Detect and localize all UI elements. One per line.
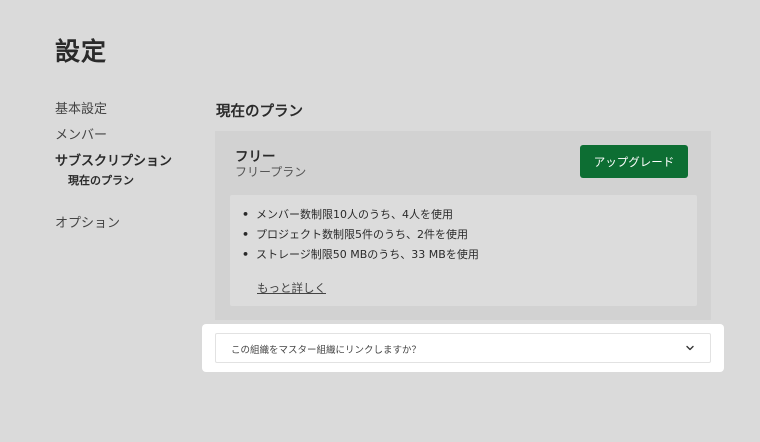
plan-name: フリー <box>235 149 276 165</box>
bullet-icon: • <box>242 208 250 221</box>
sidebar-subitem-current-plan[interactable]: 現在のプラン <box>68 174 205 192</box>
usage-item-members: • メンバー数制限10人のうち、4人を使用 <box>242 207 479 227</box>
upgrade-button[interactable]: アップグレード <box>580 145 688 178</box>
usage-box: • メンバー数制限10人のうち、4人を使用 • プロジェクト数制限5件のうち、2件を… <box>230 195 697 306</box>
page-title: 設定 <box>55 37 108 66</box>
plan-card: フリー フリープラン アップグレード • メンバー数制限10人のうち、4人を使用 … <box>215 131 711 320</box>
usage-list: • メンバー数制限10人のうち、4人を使用 • プロジェクト数制限5件のうち、2件を… <box>242 207 479 267</box>
master-link-question: この組織をマスター組織にリンクしますか？ <box>231 345 422 356</box>
bullet-icon: • <box>242 228 250 241</box>
usage-text: ストレージ制限50 MBのうち、33 MBを使用 <box>256 248 479 261</box>
sidebar-item-members[interactable]: メンバー <box>55 126 205 152</box>
usage-item-storage: • ストレージ制限50 MBのうち、33 MBを使用 <box>242 247 479 267</box>
sidebar-item-basic-settings[interactable]: 基本設定 <box>55 100 205 126</box>
bullet-icon: • <box>242 248 250 261</box>
master-link-panel: この組織をマスター組織にリンクしますか？ <box>202 324 724 372</box>
learn-more-link[interactable]: もっと詳しく <box>257 280 326 296</box>
usage-item-projects: • プロジェクト数制限5件のうち、2件を使用 <box>242 227 479 247</box>
master-link-dropdown[interactable]: この組織をマスター組織にリンクしますか？ <box>215 333 711 363</box>
sidebar: 基本設定 メンバー サブスクリプション 現在のプラン オプション <box>55 100 205 240</box>
usage-text: プロジェクト数制限5件のうち、2件を使用 <box>256 228 468 241</box>
plan-subname: フリープラン <box>235 165 307 179</box>
chevron-down-icon <box>686 345 694 351</box>
section-title: 現在のプラン <box>216 104 303 120</box>
sidebar-item-options[interactable]: オプション <box>55 214 205 240</box>
usage-text: メンバー数制限10人のうち、4人を使用 <box>256 208 453 221</box>
